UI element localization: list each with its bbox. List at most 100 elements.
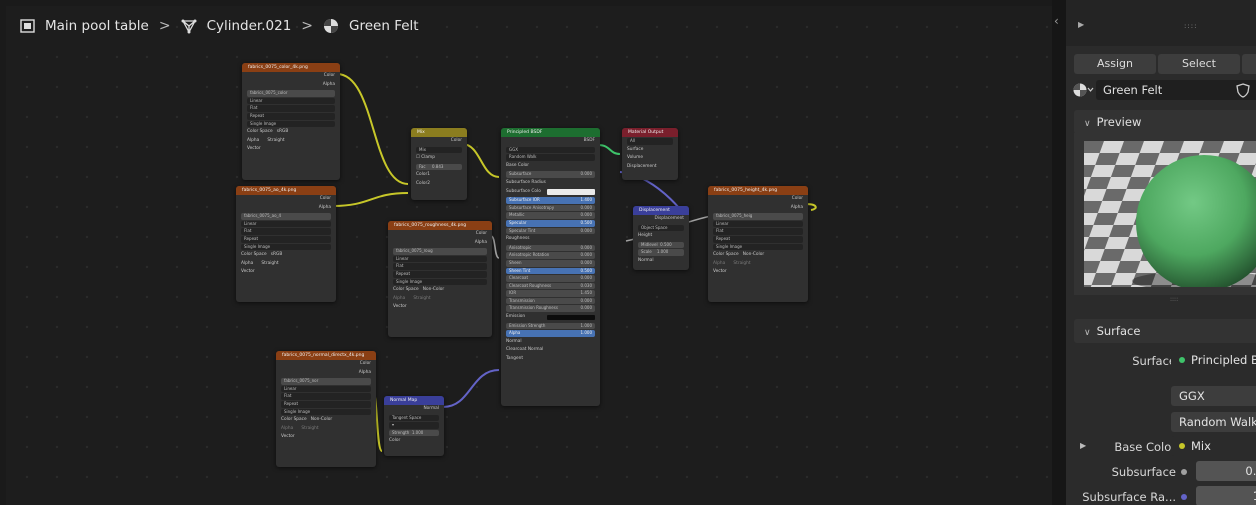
normal-map-node[interactable]: Normal Map Normal Tangent Space ▾ Streng… [384,396,444,456]
alpha-row[interactable]: Alpha Straight [276,425,376,434]
subsurface-radius-field[interactable]: 1.0 [1196,486,1256,505]
alpha-row[interactable]: Alpha Straight [388,295,492,304]
image-texture-node-color[interactable]: fabrics_0075_color_4k.png Color Alpha fa… [242,63,340,180]
bsdf-value-field[interactable]: Subsurface 0.000 [506,171,595,178]
image-selector[interactable]: fabrics_0075_roug [393,248,487,255]
distribution-dropdown[interactable]: GGX [1171,386,1256,406]
strength-field[interactable]: Strength 1.000 [389,429,439,437]
bsdf-value-field[interactable]: IOR 1.450 [506,290,595,297]
midlevel-value[interactable]: 0.500 [660,242,671,247]
alpha-row[interactable]: Alpha Straight [236,260,336,269]
source-dropdown[interactable]: Single Image [247,120,335,128]
assign-button[interactable]: Assign [1074,54,1156,74]
alpha-value[interactable]: Straight [413,296,430,301]
projection-dropdown[interactable]: Flat [241,228,331,235]
source-dropdown[interactable]: Single Image [281,408,371,416]
bsdf-value-field[interactable]: Specular Tint 0.000 [506,227,595,235]
chevron-left-icon[interactable]: ‹ [1054,14,1059,28]
source-dropdown[interactable]: Single Image [713,243,803,251]
principled-bsdf-node[interactable]: Principled BSDF BSDF GGX Random Walk Bas… [501,128,600,406]
color-swatch[interactable] [547,314,595,321]
image-selector[interactable]: fabrics_0075_color [247,90,335,97]
uv-map-field[interactable]: ▾ [389,422,439,429]
source-dropdown[interactable]: Single Image [241,243,331,251]
breadcrumb-material[interactable]: Green Felt [349,18,419,34]
fac-field[interactable]: Fac 0.843 [416,163,462,171]
breadcrumb-mesh[interactable]: Cylinder.021 [207,18,292,34]
interpolation-dropdown[interactable]: Linear [713,220,803,228]
alpha-value[interactable]: Straight [261,261,278,266]
interpolation-dropdown[interactable]: Linear [393,255,487,263]
bsdf-value-field[interactable]: Sheen Tint 0.500 [506,267,595,275]
scale-field[interactable]: Scale 1.000 [638,249,684,256]
expand-triangle-icon[interactable]: ▶ [1078,20,1084,29]
color-space-value[interactable]: Non-Color [311,417,332,422]
deselect-button[interactable] [1242,54,1256,74]
preview-resize-grip-icon[interactable]: :::: [1170,296,1178,303]
grip-icon[interactable]: :::: [1184,22,1197,30]
extension-dropdown[interactable]: Repeat [281,400,371,408]
material-name-field[interactable]: Green Felt [1096,80,1256,100]
alpha-row[interactable]: Alpha Straight [242,137,340,146]
interpolation-dropdown[interactable]: Linear [281,385,371,393]
color-space-row[interactable]: Color Space sRGB [242,128,340,137]
material-browse-icon[interactable] [1072,82,1094,102]
alpha-value[interactable]: Straight [733,261,750,266]
bsdf-color-input-row[interactable]: Subsurface Colo [501,188,600,197]
select-button[interactable]: Select [1158,54,1240,74]
bsdf-value-field[interactable]: Subsurface IOR 1.400 [506,197,595,204]
bsdf-value-field[interactable]: Metallic 0.000 [506,212,595,219]
interpolation-dropdown[interactable]: Linear [241,220,331,228]
image-texture-node-height[interactable]: fabrics_0075_height_4k.png Color Alpha f… [708,186,808,302]
base-color-field[interactable]: Mix [1171,436,1256,456]
color-space-row[interactable]: Color Space Non-Color [276,416,376,425]
breadcrumb-object[interactable]: Main pool table [45,18,149,34]
bsdf-value-field[interactable]: Transmission 0.000 [506,297,595,305]
bsdf-value-field[interactable]: Transmission Roughness 0.000 [506,305,595,313]
image-selector[interactable]: fabrics_0075_heig [713,213,803,220]
subsurface-method-dropdown[interactable]: Random Walk [1171,412,1256,432]
material-output-node[interactable]: Material Output All Surface Volume Displ… [622,128,678,180]
area-divider[interactable]: ‹ [1052,0,1066,505]
bsdf-value-field[interactable]: Sheen 0.000 [506,259,595,267]
expand-triangle-icon[interactable]: ▶ [1080,441,1086,450]
projection-dropdown[interactable]: Flat [247,105,335,112]
color-space-row[interactable]: Color Space Non-Color [388,286,492,295]
subsurface-field[interactable]: 0.00 [1196,461,1256,481]
preview-section-header[interactable]: ∨ Preview [1074,110,1256,134]
color-swatch[interactable] [547,189,595,195]
alpha-row[interactable]: Alpha Straight [708,260,808,269]
scale-value[interactable]: 1.000 [657,249,668,254]
surface-shader-field[interactable]: Principled B [1171,350,1256,370]
bsdf-value-field[interactable]: Anisotropic Rotation 0.000 [506,252,595,259]
bsdf-color-input-row[interactable]: Emission [501,313,600,322]
color-space-value[interactable]: sRGB [271,252,283,257]
color-space-value[interactable]: Non-Color [743,252,764,257]
displacement-node[interactable]: Displacement Displacement Object Space H… [633,206,689,270]
color-space-row[interactable]: Color Space Non-Color [708,251,808,260]
surface-section-header[interactable]: ∨ Surface [1074,319,1256,343]
fake-user-shield-icon[interactable] [1236,83,1250,102]
color-space-value[interactable]: Non-Color [423,287,444,292]
extension-dropdown[interactable]: Repeat [713,235,803,243]
bsdf-value-field[interactable]: Anisotropic 0.000 [506,244,595,252]
color-space-row[interactable]: Color Space sRGB [236,251,336,260]
projection-dropdown[interactable]: Flat [393,263,487,270]
alpha-value[interactable]: Straight [267,138,284,143]
bsdf-value-field[interactable]: Emission Strength 1.000 [506,322,595,330]
projection-dropdown[interactable]: Flat [281,393,371,400]
fac-value[interactable]: 0.843 [432,164,443,169]
clamp-checkbox[interactable]: ☐ Clamp [411,154,467,163]
node-editor[interactable]: Main pool table > Cylinder.021 > Green F… [6,6,1052,505]
strength-value[interactable]: 1.000 [412,430,423,435]
blend-type-dropdown[interactable]: Mix [416,146,462,154]
image-texture-node-roughness[interactable]: fabrics_0075_roughness_4k.png Color Alph… [388,221,492,337]
image-texture-node-ao[interactable]: fabrics_0075_ao_4k.png Color Alpha fabri… [236,186,336,302]
image-selector[interactable]: fabrics_0075_ao_4 [241,213,331,220]
midlevel-field[interactable]: Midlevel 0.500 [638,241,684,249]
extension-dropdown[interactable]: Repeat [241,235,331,243]
bsdf-value-field[interactable]: Specular 0.500 [506,219,595,227]
bsdf-value-field[interactable]: Alpha 1.000 [506,330,595,337]
bsdf-value-field[interactable]: Clearcoat 0.000 [506,275,595,282]
extension-dropdown[interactable]: Repeat [393,270,487,278]
